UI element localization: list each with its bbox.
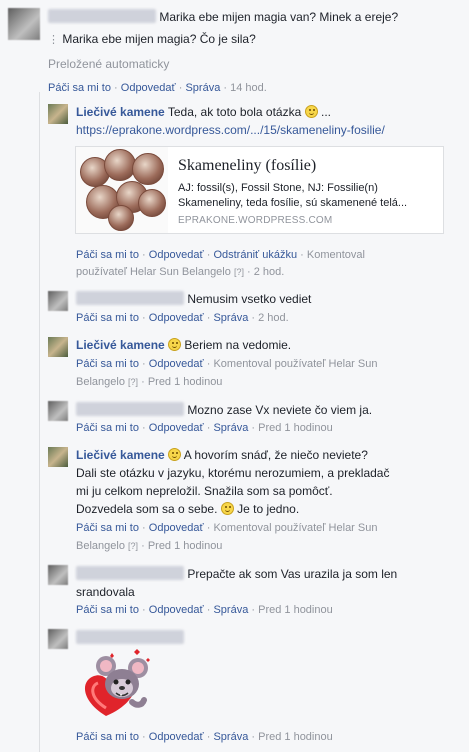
comment-0: Marika ebe mijen magia van? Minek a erej… [0, 0, 469, 96]
help-link[interactable]: [?] [128, 377, 138, 387]
commenter-name-blurred[interactable] [48, 9, 156, 23]
comment-text-line-1: A hovorím snáď, že niečo neviete? [183, 448, 368, 462]
avatar[interactable] [48, 629, 68, 649]
author-name[interactable]: Liečivé kamene [76, 105, 165, 119]
commenter-name-blurred[interactable] [76, 566, 184, 580]
comment-text-line-4: Dozvedela som sa o sebe. [76, 502, 218, 516]
timestamp[interactable]: 2 hod. [254, 266, 285, 278]
link-preview-card[interactable]: Skameneliny (fosílie) AJ: fossil(s), Fos… [75, 146, 444, 234]
commented-by-name: používateľ Helar Sun Belangelo [76, 266, 231, 278]
reply-link[interactable]: Odpovedať [149, 522, 204, 534]
message-link[interactable]: Správa [213, 312, 248, 324]
comment-text: Marika ebe mijen magia van? Minek a erej… [159, 10, 399, 24]
avatar[interactable] [8, 8, 40, 40]
timestamp[interactable]: Pred 1 hodinou [258, 731, 333, 743]
fossil-thumbnail [76, 147, 168, 233]
help-link[interactable]: [?] [128, 541, 138, 551]
reply-link[interactable]: Odpovedať [149, 604, 204, 616]
avatar[interactable] [48, 447, 68, 467]
commented-by: Komentoval používateľ Helar Sun [213, 522, 378, 534]
timestamp[interactable]: Pred 1 hodinou [148, 540, 223, 552]
translated-note[interactable]: Preložené automaticky [48, 57, 169, 71]
comment-text: Prepačte ak som Vas urazila ja som len [187, 567, 398, 581]
timestamp[interactable]: Pred 1 hodinou [258, 422, 333, 434]
comment-7: Páči sa mi to · Odpovedať · Správa · Pre… [0, 624, 469, 752]
comment-text: Teda, ak toto bola otázka [167, 105, 302, 119]
comment-text-line-2: srandovala [76, 585, 135, 599]
translate-marker-icon: ⋮ [48, 34, 59, 46]
card-description-1: AJ: fossil(s), Fossil Stone, NJ: Fossili… [178, 182, 378, 194]
card-description-2: Skameneliny, teda fosílie, sú skamenené … [178, 197, 408, 209]
comment-text: Nemusim vsetko vediet [187, 292, 312, 306]
commenter-name-blurred[interactable] [76, 630, 184, 644]
author-name[interactable]: Liečivé kamene [76, 338, 165, 352]
comment-6: Prepačte ak som Vas urazila ja som len s… [0, 560, 469, 624]
commenter-name-blurred[interactable] [76, 402, 184, 416]
message-link[interactable]: Správa [213, 731, 248, 743]
comment-5: Liečivé kamene A hovorím snáď, že niečo … [0, 442, 469, 560]
comment-text-line-3: mi ju celkom nepreložil. Snažila som sa … [76, 484, 333, 498]
avatar[interactable] [48, 104, 68, 124]
like-link[interactable]: Páči sa mi to [48, 82, 111, 94]
like-link[interactable]: Páči sa mi to [76, 731, 139, 743]
comment-2: Nemusim vsetko vediet Páči sa mi to · Od… [0, 286, 469, 332]
avatar[interactable] [48, 291, 68, 311]
smile-emoji-icon [168, 448, 182, 461]
timestamp[interactable]: Pred 1 hodinou [258, 604, 333, 616]
like-link[interactable]: Páči sa mi to [76, 604, 139, 616]
smile-emoji-icon [168, 338, 182, 351]
comment-text: Beriem na vedomie. [184, 338, 292, 352]
comment-text: Mozno zase Vx neviete čo viem ja. [187, 403, 373, 417]
mouse-heart-sticker[interactable] [76, 646, 156, 726]
reply-link[interactable]: Odpovedať [149, 312, 204, 324]
comment-translation: Marika ebe mijen magia? Čo je sila? [62, 32, 256, 46]
timestamp[interactable]: Pred 1 hodinou [148, 376, 223, 388]
commented-by-name: Belangelo [76, 540, 125, 552]
reply-link[interactable]: Odpovedať [149, 422, 204, 434]
reply-link[interactable]: Odpovedať [149, 358, 204, 370]
comment-link[interactable]: https://eprakone.wordpress.com/.../15/sk… [76, 122, 385, 138]
message-link[interactable]: Správa [213, 422, 248, 434]
like-link[interactable]: Páči sa mi to [76, 249, 139, 261]
commenter-name-blurred[interactable] [76, 291, 184, 305]
like-link[interactable]: Páči sa mi to [76, 522, 139, 534]
commented-by: Komentoval používateľ Helar Sun [213, 358, 378, 370]
like-link[interactable]: Páči sa mi to [76, 422, 139, 434]
comment-3: Liečivé kamene Beriem na vedomie. Páči s… [0, 332, 469, 396]
timestamp[interactable]: 2 hod. [258, 312, 289, 324]
remove-preview-link[interactable]: Odstrániť ukážku [213, 249, 297, 261]
card-domain: EPRAKONE.WORDPRESS.COM [178, 215, 333, 226]
avatar[interactable] [48, 565, 68, 585]
commented-by: Komentoval [306, 249, 365, 261]
message-link[interactable]: Správa [213, 604, 248, 616]
smile-emoji-icon [220, 502, 234, 515]
smile-emoji-icon [304, 105, 318, 118]
like-link[interactable]: Páči sa mi to [76, 358, 139, 370]
like-link[interactable]: Páči sa mi to [76, 312, 139, 324]
avatar[interactable] [48, 401, 68, 421]
comment-text-line-4-end: Je to jedno. [237, 502, 300, 516]
card-title[interactable]: Skameneliny (fosílie) [178, 157, 316, 175]
commented-by-name: Belangelo [76, 376, 125, 388]
reply-link[interactable]: Odpovedať [121, 82, 176, 94]
avatar[interactable] [48, 337, 68, 357]
author-name[interactable]: Liečivé kamene [76, 448, 165, 462]
timestamp[interactable]: 14 hod. [230, 82, 267, 94]
reply-link[interactable]: Odpovedať [149, 731, 204, 743]
comment-text-line-2: Dali ste otázku v jazyku, ktorému nerozu… [76, 466, 390, 480]
message-link[interactable]: Správa [185, 82, 220, 94]
reply-link[interactable]: Odpovedať [149, 249, 204, 261]
help-link[interactable]: [?] [234, 267, 244, 277]
comment-4: Mozno zase Vx neviete čo viem ja. Páči s… [0, 396, 469, 442]
